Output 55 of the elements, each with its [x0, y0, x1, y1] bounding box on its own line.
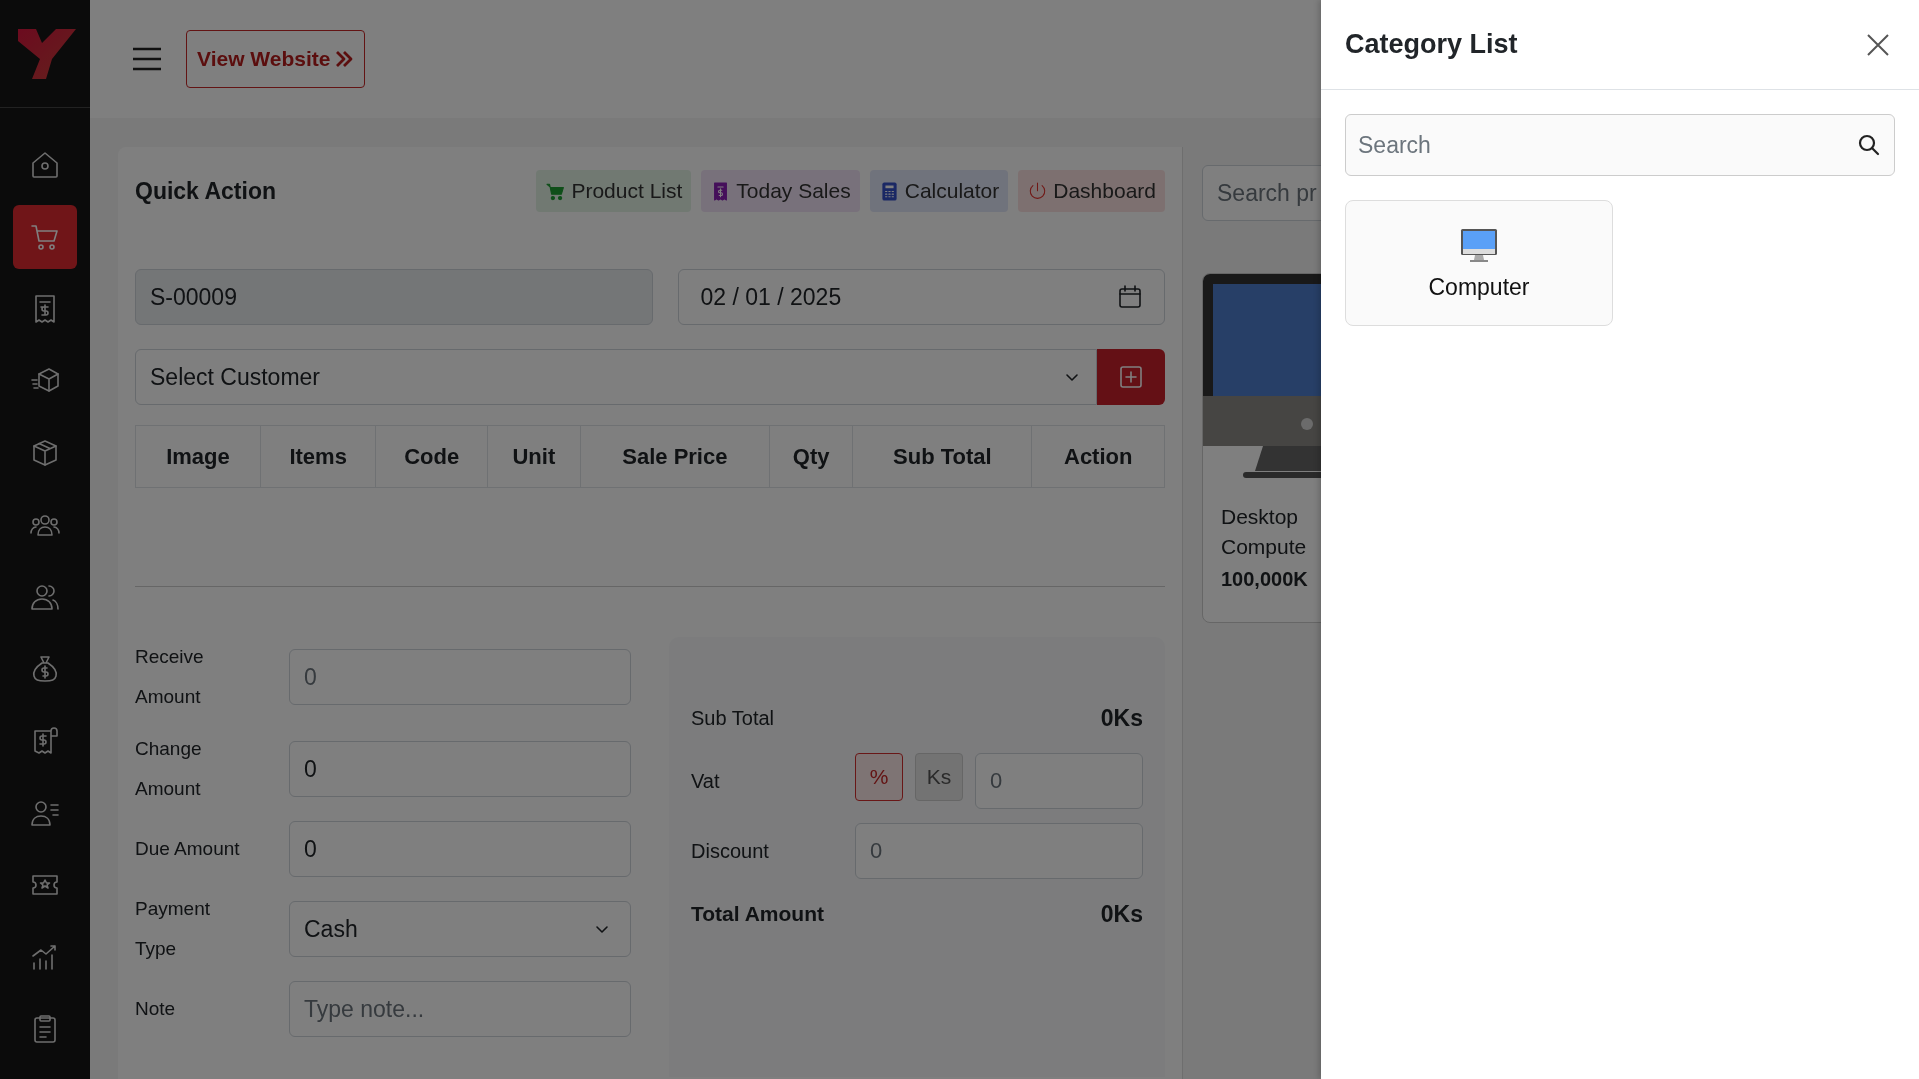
field-label: Payment Type [135, 897, 211, 961]
summary-label: Sub Total [691, 706, 775, 730]
logo-icon [18, 28, 76, 79]
quick-action-button[interactable]: Today Sales [701, 170, 860, 212]
column-header: Unit [487, 425, 581, 488]
column-header: Image [135, 425, 261, 488]
column-header: Qty [769, 425, 853, 488]
category-card[interactable]: Computer [1345, 200, 1613, 326]
payment-type-select[interactable]: Cash [289, 901, 631, 957]
product-search-field[interactable]: Search pr [1202, 165, 1321, 221]
field-label: Due Amount [135, 837, 241, 861]
section-title: Quick Action [135, 177, 276, 205]
search-icon [1857, 133, 1881, 157]
invoice-number-field[interactable]: S-00009 [135, 269, 653, 325]
column-header: Code [375, 425, 488, 488]
sidebar-item[interactable] [13, 205, 77, 269]
summary-label: Total Amount [691, 902, 824, 926]
vat-mode-toggle[interactable]: Ks [915, 753, 963, 801]
product-price: 100,000K [1221, 568, 1309, 591]
summary-label: Vat [691, 769, 720, 793]
field-label: Note [135, 997, 177, 1021]
input-field[interactable]: 0 [289, 821, 631, 877]
column-header: Sale Price [580, 425, 770, 488]
category-name: Computer [1428, 273, 1530, 301]
quick-action-button[interactable]: Calculator [869, 170, 1009, 212]
input-field[interactable]: 0 [289, 741, 631, 797]
home-icon [29, 149, 61, 181]
plus-square-icon [1117, 363, 1145, 391]
product-card[interactable]: Desktop Compute 100,000K [1202, 273, 1321, 623]
drawer-title: Category List [1345, 29, 1518, 60]
summary-label: Discount [691, 839, 769, 863]
column-header: Items [260, 425, 376, 488]
product-name: Desktop Compute [1221, 504, 1308, 560]
customer-select[interactable]: Select Customer [135, 349, 1097, 405]
field-label: Change Amount [135, 737, 203, 801]
field-label: Receive Amount [135, 645, 205, 709]
input-field[interactable]: 0 [289, 649, 631, 705]
column-header: Sub Total [852, 425, 1032, 488]
vat-field[interactable]: 0 [975, 753, 1143, 809]
column-header: Action [1031, 425, 1165, 488]
add-customer-button[interactable] [1097, 349, 1165, 405]
calendar-icon [1117, 284, 1143, 310]
quick-action-button[interactable]: Product List [536, 170, 692, 212]
category-search-field[interactable]: Search [1345, 114, 1895, 176]
date-field[interactable]: 02 / 01 / 2025 [677, 269, 1165, 325]
view-website-button[interactable]: View Website [186, 30, 366, 88]
close-icon [1865, 31, 1891, 58]
summary-value: 0Ks [1100, 704, 1143, 732]
discount-field[interactable]: 0 [855, 823, 1143, 879]
vat-mode-toggle[interactable]: % [855, 753, 903, 801]
summary-value: 0Ks [1100, 900, 1143, 928]
input-field[interactable]: Type note... [289, 981, 631, 1037]
quick-action-button[interactable]: Dashboard [1018, 170, 1165, 212]
double-chevron-icon [334, 49, 355, 69]
menu-icon[interactable] [132, 47, 162, 71]
